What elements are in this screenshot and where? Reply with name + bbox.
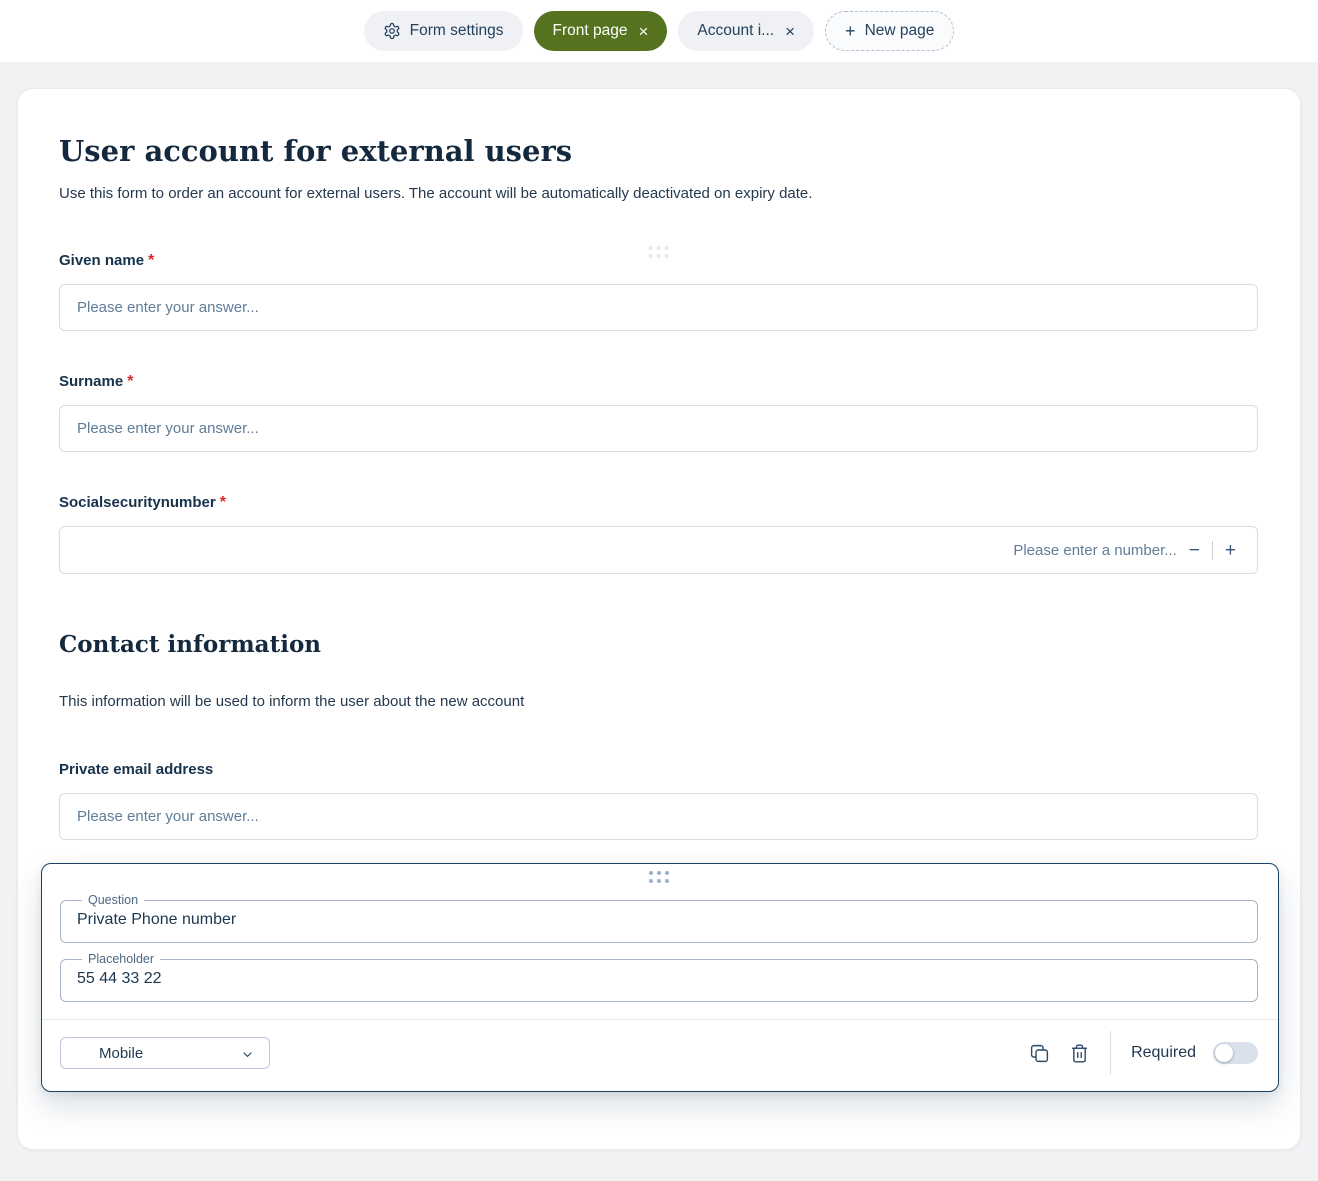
tab-account-info-label: Account i...	[697, 22, 775, 39]
tab-front-page-label: Front page	[552, 22, 628, 39]
required-asterisk: *	[219, 494, 226, 511]
page-tabs-bar: Form settings Front page × Account i... …	[0, 0, 1318, 62]
given-name-input[interactable]	[59, 284, 1258, 331]
footer-vertical-divider	[1110, 1031, 1112, 1075]
close-icon[interactable]: ×	[785, 23, 795, 40]
tab-front-page[interactable]: Front page ×	[533, 11, 668, 51]
plus-icon: +	[845, 21, 856, 41]
field-private-email: Private email address	[59, 761, 1258, 840]
form-canvas-card: User account for external users Use this…	[17, 88, 1301, 1150]
delete-question-button[interactable]	[1069, 1043, 1090, 1064]
required-label: Required	[1131, 1044, 1196, 1061]
placeholder-text-input[interactable]	[75, 967, 1243, 988]
new-page-button[interactable]: + New page	[825, 11, 955, 51]
question-type-select[interactable]: Mobile	[60, 1037, 270, 1069]
editor-footer: Mobile Required	[60, 1031, 1258, 1075]
drag-handle-icon[interactable]	[648, 246, 669, 259]
increment-button[interactable]: +	[1224, 541, 1237, 560]
required-asterisk: *	[148, 252, 155, 269]
ssn-number-input[interactable]: Please enter a number... − +	[59, 526, 1258, 574]
placeholder-fieldset: Placeholder	[60, 952, 1258, 1002]
placeholder-legend: Placeholder	[88, 952, 155, 966]
stepper-divider	[1211, 540, 1213, 560]
drag-handle-icon[interactable]	[648, 871, 670, 884]
field-label-given-name: Given name	[59, 252, 145, 269]
private-email-input[interactable]	[59, 793, 1258, 840]
surname-input[interactable]	[59, 405, 1258, 452]
chevron-down-icon	[243, 1052, 252, 1058]
new-page-label: New page	[864, 22, 935, 39]
section-title-contact-information: Contact information	[59, 631, 322, 658]
question-fieldset: Question	[60, 893, 1258, 943]
question-text-input[interactable]	[75, 908, 1243, 929]
copy-icon	[1030, 1044, 1049, 1062]
section-description: This information will be used to inform …	[59, 693, 525, 710]
required-toggle[interactable]	[1213, 1042, 1258, 1064]
toggle-knob	[1215, 1044, 1233, 1062]
form-settings-label: Form settings	[409, 22, 504, 39]
decrement-button[interactable]: −	[1188, 541, 1201, 560]
gear-icon	[384, 22, 400, 40]
duplicate-question-button[interactable]	[1029, 1043, 1050, 1064]
question-editor-private-phone: Question Placeholder Mobile	[41, 863, 1279, 1092]
question-type-value: Mobile	[99, 1044, 144, 1062]
field-label-surname: Surname	[59, 373, 124, 390]
question-legend: Question	[88, 893, 139, 907]
ssn-placeholder-text: Please enter a number...	[1013, 541, 1177, 559]
editor-footer-divider	[42, 1019, 1278, 1020]
field-given-name: Given name *	[59, 246, 1258, 331]
page-title: User account for external users	[59, 134, 573, 168]
trash-icon	[1072, 1043, 1087, 1063]
field-label-private-email: Private email address	[59, 761, 214, 778]
field-socialsecuritynumber: Socialsecuritynumber * Please enter a num…	[59, 494, 1258, 574]
page-description: Use this form to order an account for ex…	[59, 185, 813, 202]
field-label-ssn: Socialsecuritynumber	[59, 494, 216, 511]
close-icon[interactable]: ×	[638, 23, 648, 40]
required-asterisk: *	[127, 373, 134, 390]
tab-account-info[interactable]: Account i... ×	[678, 11, 815, 51]
field-surname: Surname *	[59, 373, 1258, 452]
form-settings-button[interactable]: Form settings	[363, 11, 523, 51]
